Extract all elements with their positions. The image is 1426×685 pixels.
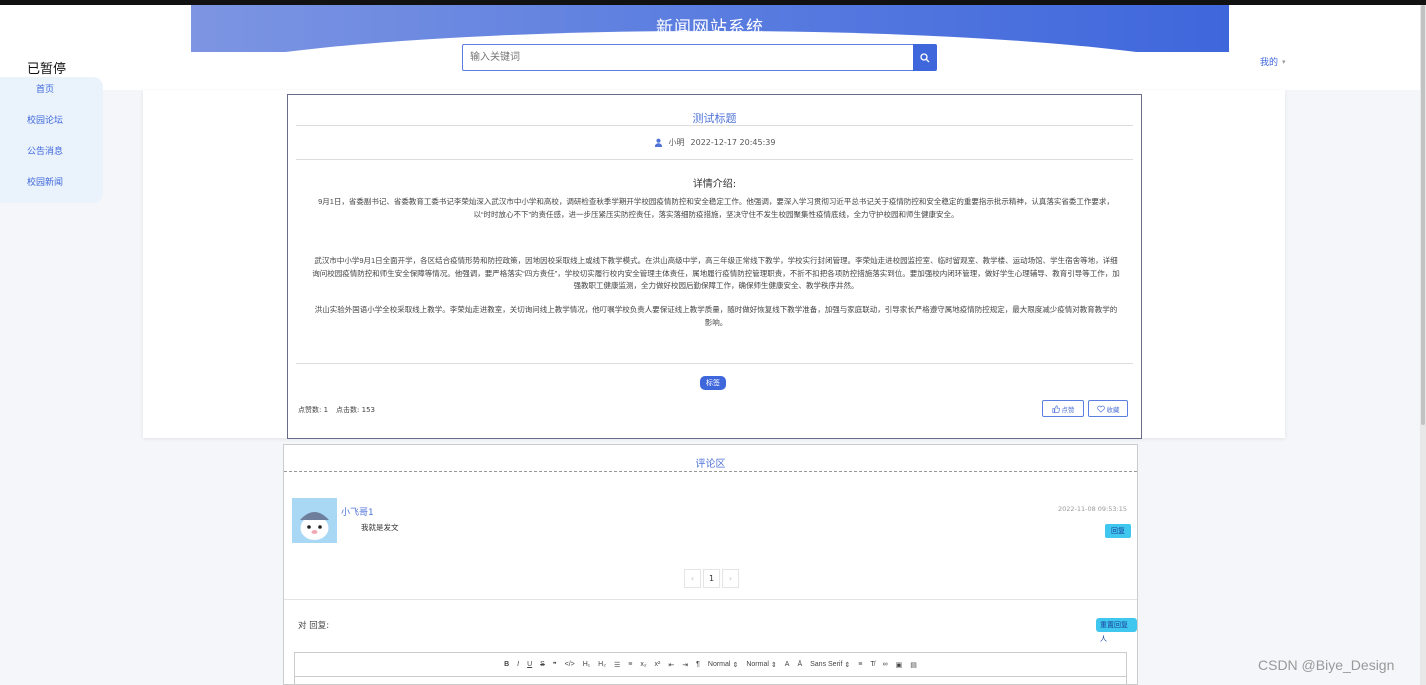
link-icon[interactable]: ∞ xyxy=(883,661,888,668)
editor-toolbar: B I U S ❞ </> H₁ H₂ ☰ ≡ x₂ x² ⇤ ⇥ ¶ Norm… xyxy=(295,653,1126,677)
comment-time: 2022-11-08 09:53:15 xyxy=(1057,505,1127,513)
dashed-divider xyxy=(284,471,1137,472)
image-icon[interactable]: ▣ xyxy=(896,661,903,669)
divider xyxy=(284,599,1137,600)
sidebar: 首页 校园论坛 公告消息 校园新闻 xyxy=(0,77,103,203)
watermark: CSDN @Biye_Design xyxy=(1258,657,1395,673)
ordered-list-icon[interactable]: ☰ xyxy=(614,661,620,669)
reply-button[interactable]: 回复 xyxy=(1105,524,1131,538)
rich-text-editor[interactable]: B I U S ❞ </> H₁ H₂ ☰ ≡ x₂ x² ⇤ ⇥ ¶ Norm… xyxy=(294,652,1127,685)
avatar xyxy=(292,498,337,543)
avatar-image xyxy=(292,498,337,543)
search-icon xyxy=(920,52,930,62)
heart-icon xyxy=(1096,405,1105,413)
background-color-icon[interactable]: Ā xyxy=(797,661,802,668)
reset-reply-button[interactable]: 重置回复人 xyxy=(1096,618,1137,643)
article-meta: 小明 2022-12-17 20:45:39 xyxy=(288,137,1141,148)
size-select[interactable]: Normal ⇕ xyxy=(746,661,776,669)
search-bar xyxy=(462,44,937,71)
underline-icon[interactable]: U xyxy=(527,661,532,668)
user-icon xyxy=(654,138,662,147)
select-arrow-icon: ⇕ xyxy=(732,661,739,669)
favorite-button[interactable]: 收藏 xyxy=(1088,400,1128,417)
click-count: 点击数: 153 xyxy=(336,406,375,414)
comment-header: 评论区 xyxy=(695,459,726,470)
bold-icon[interactable]: B xyxy=(504,661,509,668)
align-icon[interactable]: ≡ xyxy=(858,661,862,668)
clear-format-icon[interactable]: T̸ xyxy=(870,661,874,668)
comment-user[interactable]: 小飞哥1 xyxy=(341,505,374,518)
divider xyxy=(296,363,1133,364)
tag-badge[interactable]: 标签 xyxy=(700,376,726,390)
quote-icon[interactable]: ❞ xyxy=(553,661,557,669)
font-select-value: Sans Serif xyxy=(810,661,843,668)
reply-prompt: 对 回复: xyxy=(298,621,330,631)
like-button-label: 点赞 xyxy=(1061,405,1075,414)
next-page-button[interactable]: › xyxy=(722,569,739,588)
search-input[interactable] xyxy=(462,44,913,71)
page-number[interactable]: 1 xyxy=(703,569,720,588)
font-color-icon[interactable]: A xyxy=(785,661,790,668)
divider xyxy=(296,159,1133,160)
like-button[interactable]: 点赞 xyxy=(1042,400,1084,417)
sidebar-item-notices[interactable]: 公告消息 xyxy=(27,144,63,157)
article-author: 小明 xyxy=(668,138,685,147)
select-arrow-icon: ⇕ xyxy=(770,661,777,669)
select-arrow-icon: ⇕ xyxy=(844,661,851,669)
favorite-button-label: 收藏 xyxy=(1106,405,1120,414)
code-icon[interactable]: </> xyxy=(565,661,575,668)
prev-page-button[interactable]: ‹ xyxy=(684,569,701,588)
header-select-value: Normal xyxy=(707,661,731,668)
site-title: 新闻网站系统 xyxy=(656,18,764,38)
comment-section: 评论区 小飞哥1 我就是发文 2022-11-08 09:53:15 回复 ‹ … xyxy=(283,444,1138,685)
caret-down-icon: ▾ xyxy=(1282,57,1286,66)
search-button[interactable] xyxy=(913,44,937,71)
article-paragraph: 武汉市中小学9月1日全面开学，各区结合疫情形势和防控政策，因地因校采取线上或线下… xyxy=(312,256,1120,290)
section-title: 详情介绍: xyxy=(692,179,737,190)
sidebar-item-news[interactable]: 校园新闻 xyxy=(27,175,63,188)
subscript-icon[interactable]: x₂ xyxy=(640,661,646,668)
scrollbar-thumb[interactable] xyxy=(1421,5,1425,425)
sidebar-item-home[interactable]: 首页 xyxy=(36,82,54,95)
user-menu-label: 我的 xyxy=(1260,58,1279,68)
comment-content: 我就是发文 xyxy=(361,523,399,532)
divider xyxy=(296,125,1133,126)
sidebar-item-forum[interactable]: 校园论坛 xyxy=(27,113,63,126)
like-count: 点赞数: 1 xyxy=(298,406,329,414)
paused-overlay: 已暂停 xyxy=(27,62,67,77)
italic-icon[interactable]: I xyxy=(517,661,519,668)
header-select[interactable]: Normal ⇕ xyxy=(708,661,738,669)
video-icon[interactable]: ▤ xyxy=(910,661,917,669)
pagination: ‹ 1 › xyxy=(684,569,739,588)
size-select-value: Normal xyxy=(746,661,769,668)
strike-icon[interactable]: S xyxy=(540,661,545,668)
h1-icon[interactable]: H₁ xyxy=(583,661,590,668)
article-title: 测试标题 xyxy=(692,112,737,125)
font-select[interactable]: Sans Serif ⇕ xyxy=(810,661,850,669)
outdent-icon[interactable]: ⇤ xyxy=(668,661,674,669)
text-direction-icon[interactable]: ¶ xyxy=(696,661,700,668)
user-menu[interactable]: 我的 ▾ xyxy=(1260,55,1286,69)
article-paragraph: 9月1日，省委副书记、省委教育工委书记李荣灿深入武汉市中小学和高校，调研检查秋季… xyxy=(318,197,1114,219)
thumbs-up-icon xyxy=(1051,404,1060,413)
h2-icon[interactable]: H₂ xyxy=(598,661,606,668)
article-detail: 测试标题 小明 2022-12-17 20:45:39 详情介绍: 9月1日，省… xyxy=(287,94,1142,439)
superscript-icon[interactable]: x² xyxy=(655,661,661,668)
article-datetime: 2022-12-17 20:45:39 xyxy=(690,138,776,147)
article-stats: 点赞数: 1 点击数: 153 xyxy=(298,405,375,415)
bullet-list-icon[interactable]: ≡ xyxy=(628,661,632,668)
indent-icon[interactable]: ⇥ xyxy=(682,661,688,669)
article-paragraph: 洪山实验外国语小学全校采取线上教学。李荣灿走进教室，关切询问线上教学情况，他叮嘱… xyxy=(314,305,1118,327)
